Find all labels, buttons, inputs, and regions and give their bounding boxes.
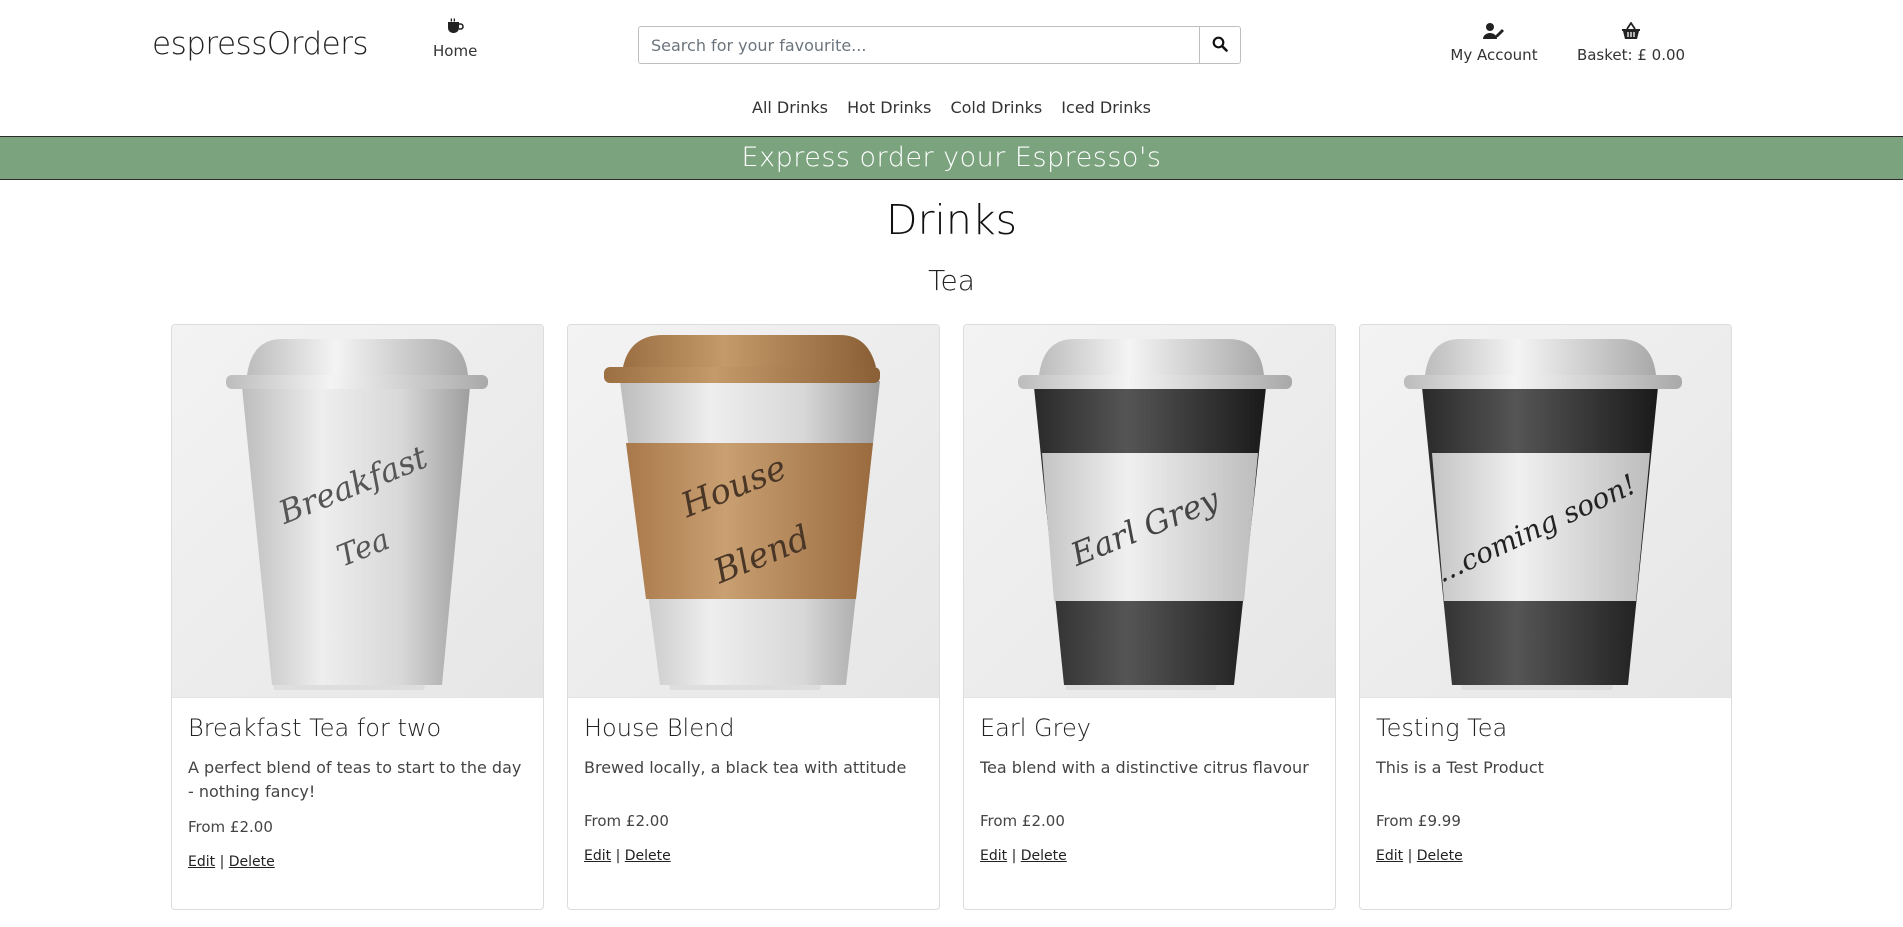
my-account-label: My Account xyxy=(1450,46,1538,64)
category-all-drinks[interactable]: All Drinks xyxy=(752,98,828,117)
basket-total: Basket: £ 0.00 xyxy=(1576,46,1686,64)
product-grid: Breakfast Tea Breakfast Tea for two A pe… xyxy=(171,324,1732,910)
product-card[interactable]: ...coming soon! Testing Tea This is a Te… xyxy=(1359,324,1732,910)
delete-link[interactable]: Delete xyxy=(1021,848,1067,864)
product-card[interactable]: Breakfast Tea Breakfast Tea for two A pe… xyxy=(171,324,544,910)
separator: | xyxy=(615,848,621,864)
separator: | xyxy=(1407,848,1413,864)
card-body: Earl Grey Tea blend with a distinctive c… xyxy=(964,698,1335,880)
product-name[interactable]: Breakfast Tea for two xyxy=(188,714,527,742)
product-actions: Edit | Delete xyxy=(980,848,1319,864)
product-price: From £2.00 xyxy=(584,812,669,830)
my-account-link[interactable]: My Account xyxy=(1448,22,1540,64)
product-card[interactable]: House Blend House Blend Brewed locally, … xyxy=(567,324,940,910)
product-price: From £2.00 xyxy=(188,818,273,836)
edit-link[interactable]: Edit xyxy=(188,854,215,870)
home-label: Home xyxy=(433,42,478,60)
product-description: Brewed locally, a black tea with attitud… xyxy=(584,758,907,777)
product-name[interactable]: Testing Tea xyxy=(1376,714,1715,742)
basket-icon xyxy=(1576,21,1686,42)
basket-link[interactable]: Basket: £ 0.00 xyxy=(1576,21,1686,64)
category-nav: All Drinks Hot Drinks Cold Drinks Iced D… xyxy=(0,98,1903,117)
product-description: A perfect blend of teas to start to the … xyxy=(188,758,522,801)
card-body: Testing Tea This is a Test Product From … xyxy=(1360,698,1731,880)
product-price: From £2.00 xyxy=(980,812,1065,830)
product-card[interactable]: Earl Grey Earl Grey Tea blend with a dis… xyxy=(963,324,1336,910)
product-name[interactable]: Earl Grey xyxy=(980,714,1319,742)
product-image: ...coming soon! xyxy=(1360,325,1731,698)
search-icon xyxy=(1212,36,1228,55)
top-bar: espressOrders Home Search for your favou… xyxy=(0,0,1903,88)
separator: | xyxy=(1011,848,1017,864)
product-description: Tea blend with a distinctive citrus flav… xyxy=(980,758,1309,777)
promo-banner: Express order your Espresso's xyxy=(0,136,1903,180)
product-name[interactable]: House Blend xyxy=(584,714,923,742)
product-actions: Edit | Delete xyxy=(188,854,527,870)
edit-link[interactable]: Edit xyxy=(584,848,611,864)
coffee-cup-icon xyxy=(433,18,475,38)
user-edit-icon xyxy=(1448,22,1540,42)
product-actions: Edit | Delete xyxy=(1376,848,1715,864)
delete-link[interactable]: Delete xyxy=(1417,848,1463,864)
card-body: House Blend Brewed locally, a black tea … xyxy=(568,698,939,880)
separator: | xyxy=(219,854,225,870)
edit-link[interactable]: Edit xyxy=(980,848,1007,864)
category-iced-drinks[interactable]: Iced Drinks xyxy=(1061,98,1151,117)
product-description: This is a Test Product xyxy=(1376,758,1544,777)
category-cold-drinks[interactable]: Cold Drinks xyxy=(950,98,1042,117)
home-link[interactable]: Home xyxy=(433,18,478,60)
search-input[interactable] xyxy=(638,26,1199,64)
site-logo[interactable]: espressOrders xyxy=(152,26,369,62)
product-actions: Edit | Delete xyxy=(584,848,923,864)
site-header: espressOrders Home Search for your favou… xyxy=(0,0,1903,180)
product-image: Breakfast Tea xyxy=(172,325,543,698)
page-title: Drinks xyxy=(886,196,1017,244)
product-price: From £9.99 xyxy=(1376,812,1461,830)
category-hot-drinks[interactable]: Hot Drinks xyxy=(847,98,931,117)
product-image: Earl Grey xyxy=(964,325,1335,698)
card-body: Breakfast Tea for two A perfect blend of… xyxy=(172,698,543,886)
search-bar xyxy=(638,26,1241,64)
delete-link[interactable]: Delete xyxy=(229,854,275,870)
section-title: Tea xyxy=(928,264,975,297)
edit-link[interactable]: Edit xyxy=(1376,848,1403,864)
delete-link[interactable]: Delete xyxy=(625,848,671,864)
product-image: House Blend xyxy=(568,325,939,698)
search-button[interactable] xyxy=(1199,26,1241,64)
